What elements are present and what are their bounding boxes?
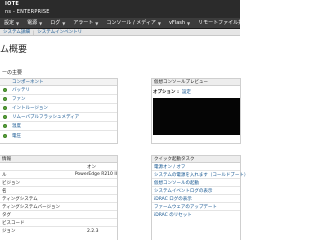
chevron-down-icon: ▼ xyxy=(16,20,20,26)
server-info-panel: 情報 オン ル PowerEdge R210 II ビジョン 名 ティングシステム… xyxy=(0,155,118,240)
brand-title: IOTE xyxy=(5,1,20,7)
health-row-label: イントルージョン xyxy=(12,106,48,111)
console-options-label: オプション : xyxy=(153,90,179,95)
info-value: オン xyxy=(87,164,96,170)
status-ok-icon xyxy=(3,106,7,110)
info-label: ティングシステム xyxy=(2,196,38,202)
chevron-down-icon: ▼ xyxy=(95,20,99,26)
info-label: ジョン xyxy=(2,229,16,234)
nav-remote-file-share-label: リモートファイル共有 xyxy=(198,19,249,26)
console-settings-link[interactable]: 設定 xyxy=(182,90,191,95)
health-row-fan[interactable]: ファン xyxy=(0,95,117,104)
status-ok-icon xyxy=(3,115,7,119)
status-ok-icon xyxy=(3,124,7,128)
brand-subtitle: ns - ENTERPRISE xyxy=(5,9,50,15)
health-row-removable-flash[interactable]: リムーバブルフラッシュメディア xyxy=(0,113,117,122)
info-row-host-name: 名 xyxy=(0,187,117,195)
nav-vflash[interactable]: vFlash ▼ xyxy=(165,18,194,29)
summary-section-label: ーの主要 xyxy=(2,70,23,76)
nav-console-media[interactable]: コンソール / メディア ▼ xyxy=(102,18,165,29)
nav-power[interactable]: 電源 ▼ xyxy=(23,18,46,29)
main-nav: 設定 ▼ 電源 ▼ ログ ▼ アラート ▼ コンソール / メディア ▼ vFlash ▼ … xyxy=(0,18,248,29)
info-value: PowerEdge R210 II xyxy=(74,172,117,177)
nav-alerts[interactable]: アラート ▼ xyxy=(69,18,102,29)
health-row-voltage[interactable]: 電圧 xyxy=(0,131,117,140)
status-ok-icon xyxy=(3,97,7,101)
info-row-bios-version: ジョン 2.2.3 xyxy=(0,227,117,235)
task-view-system-event-log[interactable]: システムイベントログの表示 xyxy=(152,187,240,195)
quick-tasks-panel: クイック起動タスク 電源オン / オフ システムの電源を入れます（コールドブート… xyxy=(151,155,248,240)
task-launch-virtual-console[interactable]: 仮想コンソールの起動 xyxy=(152,179,240,187)
health-row-label: ファン xyxy=(12,97,26,102)
nav-settings[interactable]: 設定 ▼ xyxy=(0,18,23,29)
chevron-down-icon: ▼ xyxy=(39,20,43,26)
health-row-label: 温度 xyxy=(12,124,21,129)
info-label: タグ xyxy=(2,212,11,218)
task-update-firmware[interactable]: ファームウェアのアップデート xyxy=(152,203,240,211)
top-banner: IOTE ns - ENTERPRISE xyxy=(0,0,240,18)
console-preview-screen[interactable] xyxy=(153,98,240,135)
info-label: ビジョン xyxy=(2,180,20,186)
health-panel: コンポーネント バッテリ ファン イントルージョン リムーバブルフラッシュメディ… xyxy=(0,78,118,144)
info-row-power-state: オン xyxy=(0,163,117,171)
info-label: 名 xyxy=(2,188,7,194)
component-column-header: コンポーネント xyxy=(0,79,117,86)
info-row-service-code: ビスコード xyxy=(0,219,117,227)
info-row-model: ル PowerEdge R210 II xyxy=(0,171,117,179)
quick-tasks-header: クイック起動タスク xyxy=(152,156,240,163)
health-row-temperature[interactable]: 温度 xyxy=(0,122,117,131)
chevron-down-icon: ▼ xyxy=(187,20,191,26)
nav-power-label: 電源 xyxy=(27,19,38,26)
nav-logs[interactable]: ログ ▼ xyxy=(46,18,69,29)
info-value: 2.2.3 xyxy=(87,228,99,234)
task-view-idrac-log[interactable]: iDRAC ログの表示 xyxy=(152,195,240,203)
info-row-service-tag: タグ xyxy=(0,211,117,219)
health-row-intrusion[interactable]: イントルージョン xyxy=(0,104,117,113)
health-row-battery[interactable]: バッテリ xyxy=(0,86,117,95)
subnav: システム詳細 | システムインベントリ xyxy=(0,29,240,36)
task-reset-idrac[interactable]: iDRAC のリセット xyxy=(152,211,240,219)
subnav-system-details[interactable]: システム詳細 xyxy=(0,29,33,35)
task-power-cycle[interactable]: システムの電源を入れます（コールドブート） xyxy=(152,171,248,179)
nav-console-media-label: コンソール / メディア xyxy=(106,19,156,26)
subnav-system-inventory[interactable]: システムインベントリ xyxy=(34,29,85,35)
info-row-os: ティングシステム xyxy=(0,195,117,203)
task-power-on-off[interactable]: 電源オン / オフ xyxy=(152,163,240,171)
status-ok-icon xyxy=(3,88,7,92)
page-title: ム概要 xyxy=(0,45,28,55)
chevron-down-icon: ▼ xyxy=(157,20,161,26)
server-info-header: 情報 xyxy=(0,156,117,163)
nav-remote-file-share[interactable]: リモートファイル共有 xyxy=(194,18,252,29)
info-label: ビスコード xyxy=(2,220,25,226)
health-row-label: バッテリ xyxy=(12,88,30,93)
info-label: ティングシステムバージョン xyxy=(2,204,61,210)
nav-settings-label: 設定 xyxy=(4,19,15,26)
nav-vflash-label: vFlash xyxy=(168,19,186,26)
nav-logs-label: ログ xyxy=(50,19,61,26)
status-ok-icon xyxy=(3,133,7,138)
console-preview-header: 仮想コンソールプレビュー xyxy=(152,79,240,86)
console-options: オプション : 設定 xyxy=(153,89,191,95)
health-row-label: 電圧 xyxy=(12,133,21,139)
info-row-os-version: ティングシステムバージョン xyxy=(0,203,117,211)
chevron-down-icon: ▼ xyxy=(62,20,66,26)
info-row-revision: ビジョン xyxy=(0,179,117,187)
nav-alerts-label: アラート xyxy=(73,19,94,26)
health-row-label: リムーバブルフラッシュメディア xyxy=(12,115,80,120)
info-label: ル xyxy=(2,172,7,178)
